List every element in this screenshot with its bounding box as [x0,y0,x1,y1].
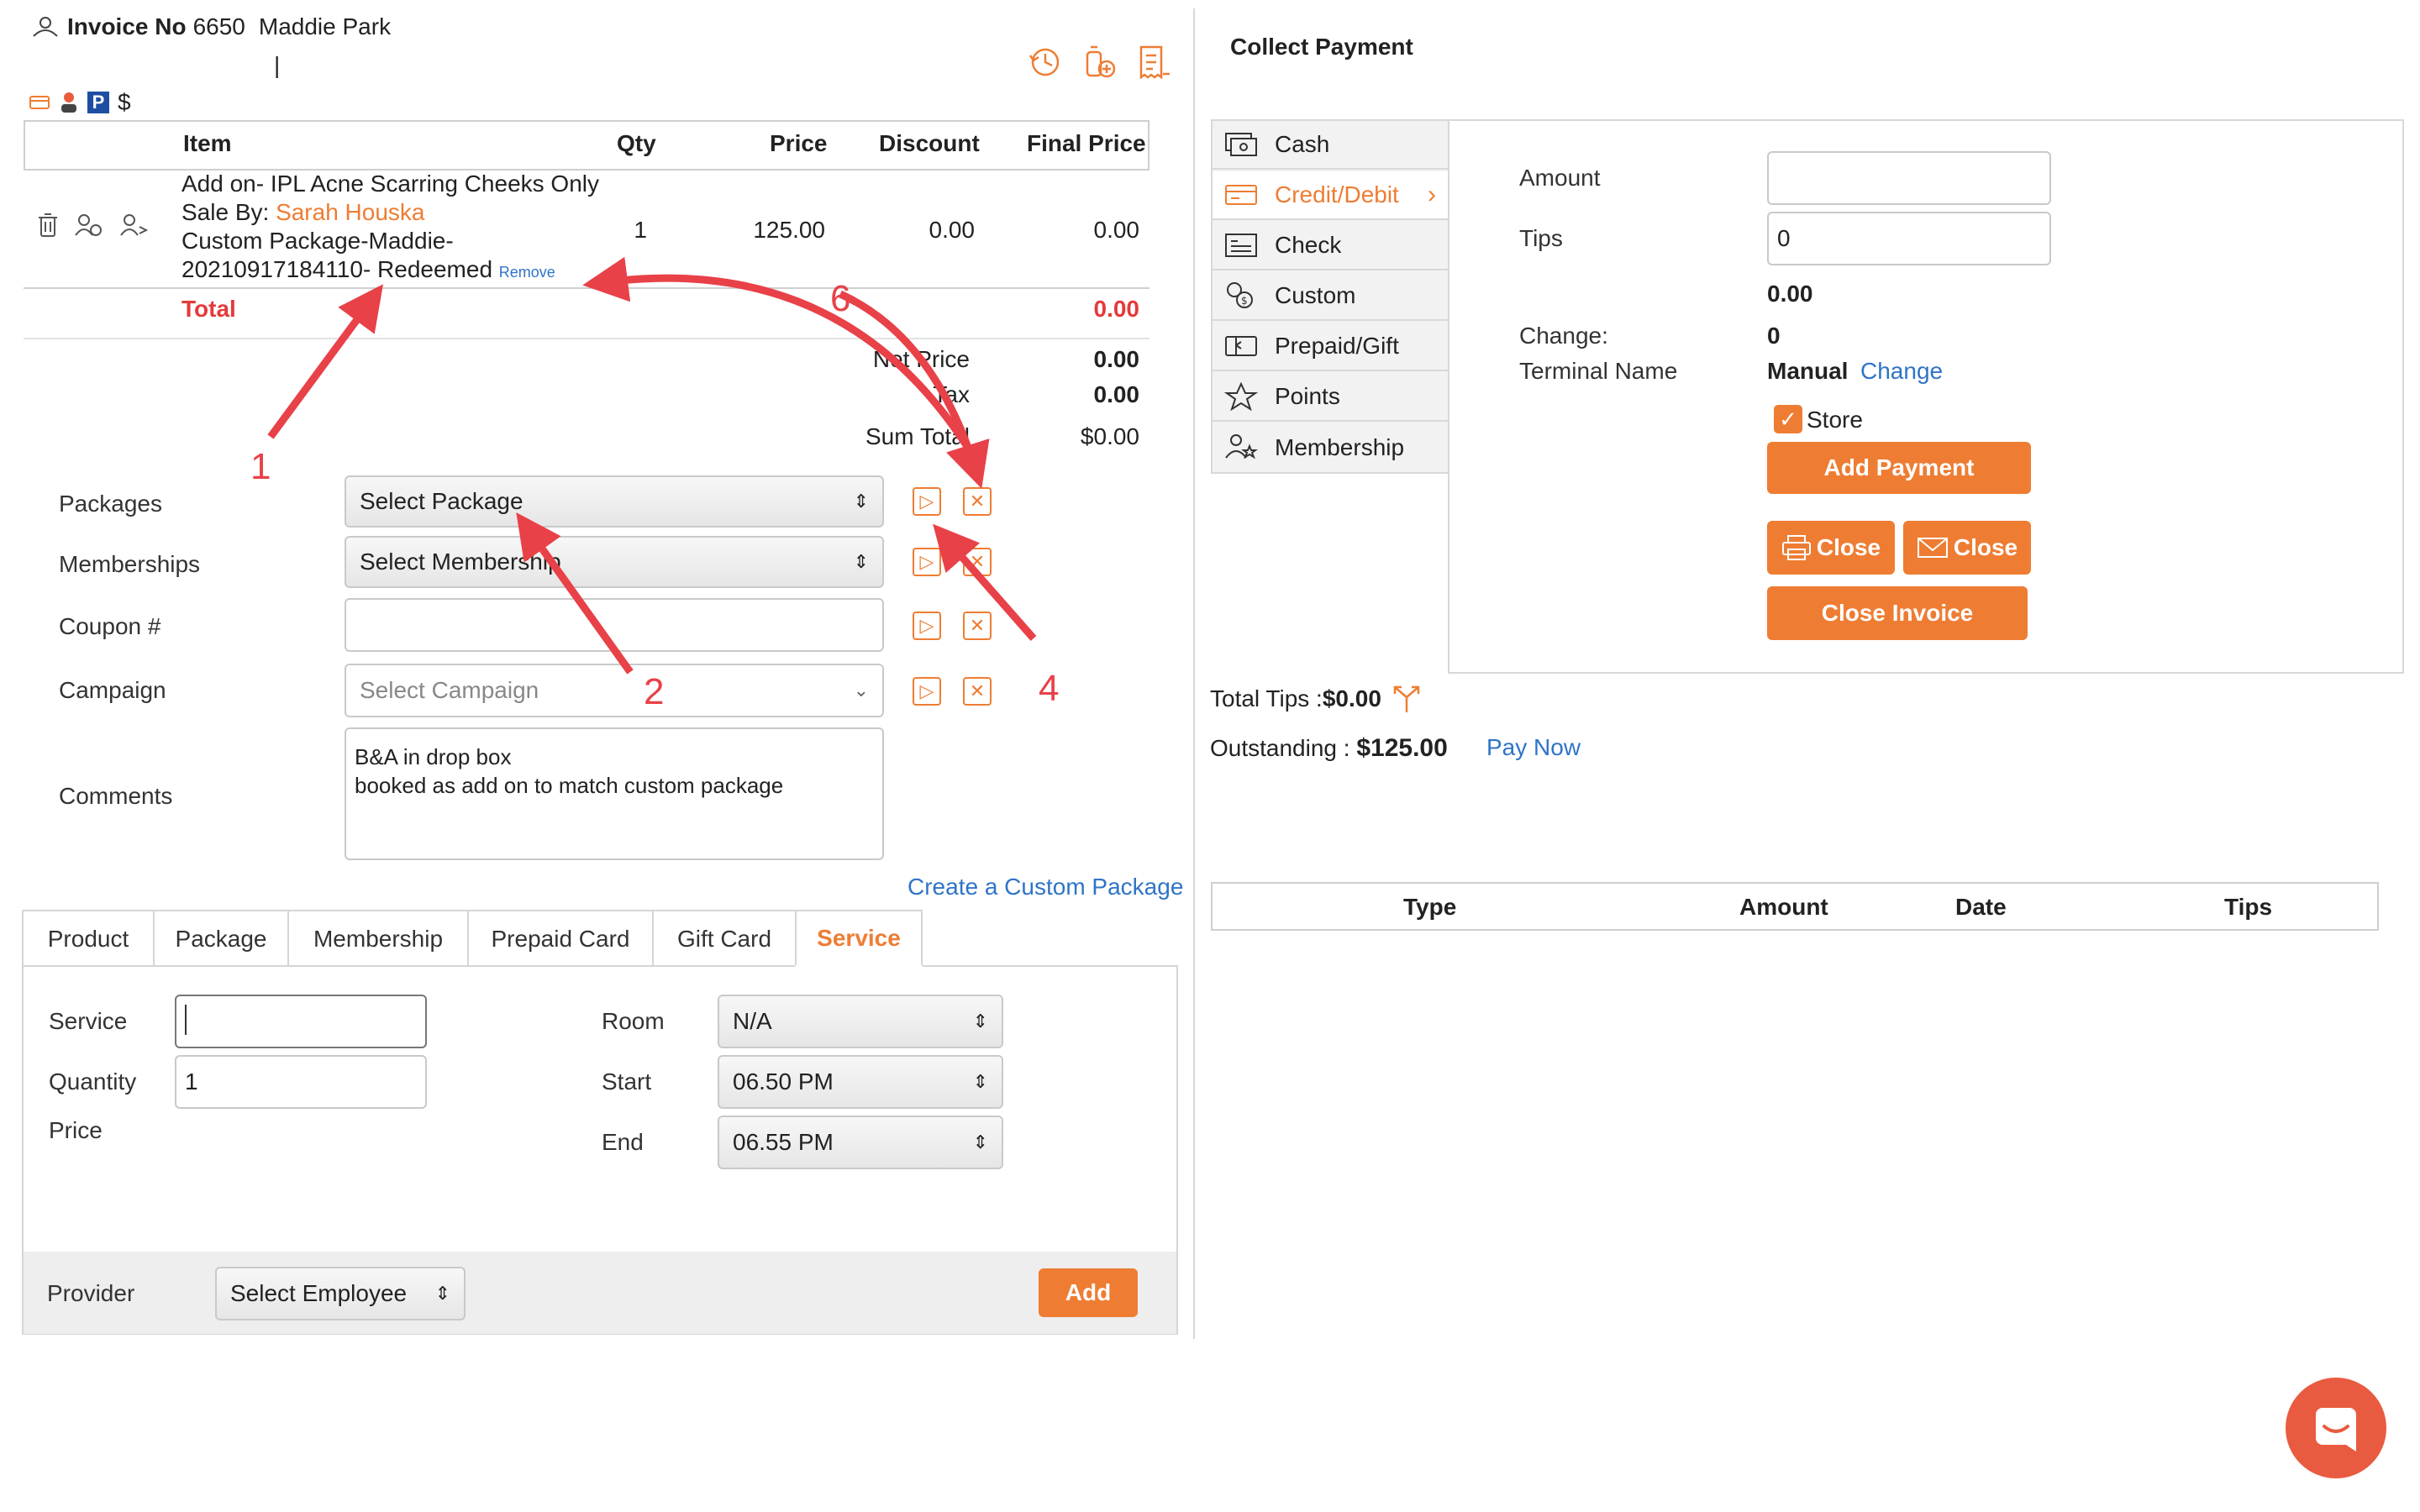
annotation-arrow-4 [933,523,1037,641]
annotation-4: 4 [1039,668,1059,709]
annotation-arrow-1 [267,284,384,439]
annotation-arrow-2 [516,512,634,675]
annotation-1: 1 [250,446,271,487]
annotation-arrow-6b [839,290,990,489]
annotation-overlay: 1 2 4 6 [250,256,1059,712]
annotation-arrow-6 [582,256,970,448]
annotation-6: 6 [830,278,850,319]
tab-service[interactable]: Service [795,910,923,967]
annotation-2: 2 [644,671,664,712]
